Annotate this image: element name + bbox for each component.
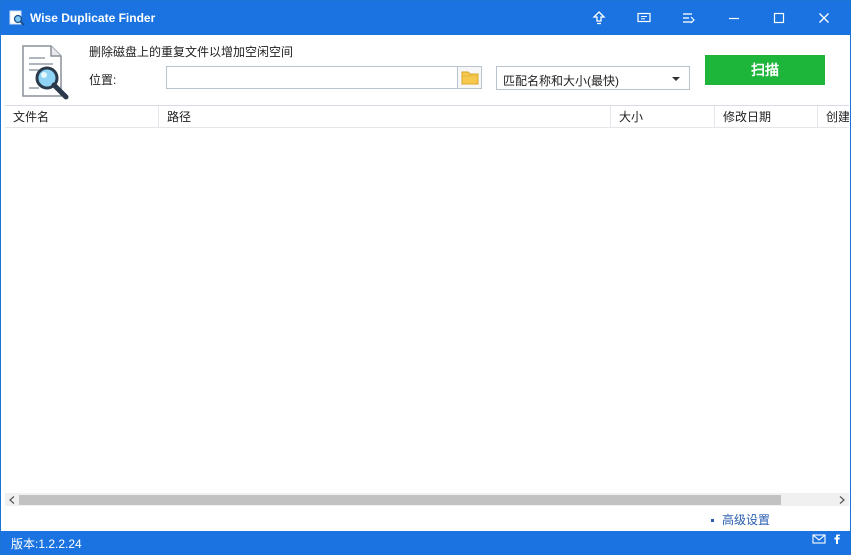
- column-header-size[interactable]: 大小: [611, 106, 715, 128]
- match-mode-value: 匹配名称和大小(最快): [503, 74, 619, 88]
- column-header-modified[interactable]: 修改日期: [715, 106, 818, 128]
- location-label: 位置:: [89, 73, 117, 87]
- title-bar[interactable]: Wise Duplicate Finder: [1, 1, 850, 35]
- mail-icon[interactable]: [812, 533, 826, 545]
- advanced-settings-link[interactable]: 高级设置: [711, 511, 770, 528]
- folder-icon: [461, 71, 478, 85]
- table-body: [5, 128, 849, 493]
- horizontal-scrollbar[interactable]: [5, 493, 849, 506]
- version-label: 版本:1.2.2.24: [11, 537, 82, 551]
- results-table[interactable]: 文件名 路径 大小 修改日期 创建: [5, 105, 849, 506]
- scrollbar-thumb[interactable]: [19, 495, 781, 505]
- menu-button[interactable]: [667, 1, 711, 35]
- menu-icon: [683, 13, 695, 24]
- app-logo-icon: [9, 10, 25, 26]
- window-title: Wise Duplicate Finder: [30, 11, 156, 25]
- app-description: 删除磁盘上的重复文件以增加空闲空间: [89, 45, 294, 59]
- facebook-icon[interactable]: [832, 533, 842, 545]
- bullet-icon: [711, 519, 714, 523]
- minimize-button[interactable]: [712, 1, 756, 35]
- close-button[interactable]: [802, 1, 846, 35]
- maximize-button[interactable]: [757, 1, 801, 35]
- scroll-left-icon[interactable]: [5, 493, 19, 506]
- status-bar-icons: [812, 533, 842, 545]
- table-header: 文件名 路径 大小 修改日期 创建: [5, 106, 849, 128]
- chevron-down-icon: [672, 77, 680, 81]
- feedback-button[interactable]: [622, 1, 666, 35]
- close-icon: [819, 13, 829, 23]
- header-panel: 删除磁盘上的重复文件以增加空闲空间 位置: 匹配名称和大小(最快) 扫描: [1, 35, 850, 105]
- column-header-path[interactable]: 路径: [159, 106, 611, 128]
- minimize-icon: [729, 17, 739, 20]
- browse-folder-button[interactable]: [458, 66, 482, 89]
- match-mode-dropdown[interactable]: 匹配名称和大小(最快): [496, 66, 690, 90]
- scan-button[interactable]: 扫描: [705, 55, 825, 85]
- app-window: Wise Duplicate Finder 删除磁盘上的重复文件以增加空闲空间 …: [0, 0, 851, 555]
- location-input[interactable]: [166, 66, 458, 89]
- column-header-filename[interactable]: 文件名: [5, 106, 159, 128]
- maximize-icon: [773, 12, 785, 24]
- advanced-settings-label: 高级设置: [722, 513, 771, 527]
- upgrade-button[interactable]: [577, 1, 621, 35]
- document-search-icon: [17, 44, 73, 100]
- feedback-icon: [637, 12, 651, 23]
- status-bar: 版本:1.2.2.24: [1, 531, 850, 554]
- column-header-created[interactable]: 创建: [818, 106, 849, 128]
- upgrade-icon: [592, 11, 606, 25]
- scroll-right-icon[interactable]: [835, 493, 849, 506]
